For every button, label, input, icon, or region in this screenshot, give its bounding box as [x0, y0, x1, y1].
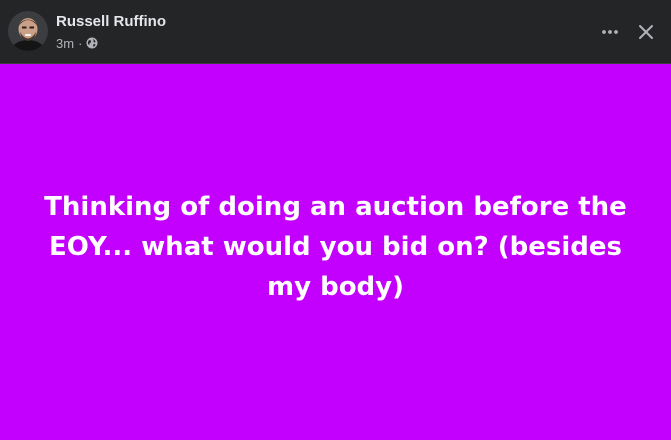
timestamp[interactable]: 3m — [56, 36, 74, 51]
post-viewer: Russell Ruffino 3m · Thinking of doing a… — [0, 0, 671, 440]
post-text: Thinking of doing an auction before the … — [44, 192, 627, 302]
avatar[interactable] — [8, 11, 48, 51]
author-name[interactable]: Russell Ruffino — [56, 13, 166, 30]
more-options-button[interactable] — [596, 18, 624, 46]
separator-dot: · — [78, 35, 83, 51]
close-icon — [639, 25, 653, 39]
globe-icon[interactable] — [86, 37, 98, 49]
close-button[interactable] — [632, 18, 660, 46]
avatar-image — [8, 11, 48, 51]
more-horizontal-icon — [602, 30, 618, 34]
post-header: Russell Ruffino 3m · — [0, 0, 671, 64]
post-meta: 3m · — [56, 35, 98, 51]
post-background: Thinking of doing an auction before the … — [0, 64, 671, 440]
